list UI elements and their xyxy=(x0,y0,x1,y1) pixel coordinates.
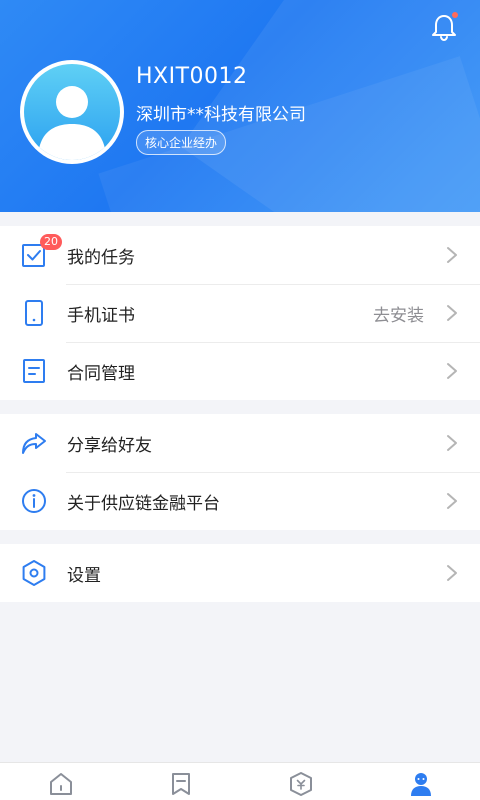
role-badge: 核心企业经办 xyxy=(136,130,227,155)
menu-item-label: 关于供应链金融平台 xyxy=(67,493,220,514)
menu-group-share-about: 分享给好友 关于供应链金融平台 xyxy=(0,414,480,530)
menu-item-label: 合同管理 xyxy=(67,363,135,384)
chevron-right-icon xyxy=(447,493,457,509)
install-link[interactable]: 去安装 xyxy=(373,301,424,326)
chevron-right-icon xyxy=(447,435,457,451)
user-avatar-icon xyxy=(38,86,106,160)
menu-group-primary: 20 我的任务 手机证书 去安装 合同管理 xyxy=(0,226,480,400)
profile-header: HXIT0012 深圳市**科技有限公司 核心企业经办 xyxy=(0,0,480,212)
tab-mine[interactable] xyxy=(408,771,434,797)
chevron-right-icon xyxy=(447,565,457,581)
bottom-tab-bar xyxy=(0,762,480,800)
task-count-badge: 20 xyxy=(40,234,62,250)
finance-shield-icon xyxy=(290,772,312,796)
tab-orders[interactable] xyxy=(168,771,194,797)
settings-icon xyxy=(22,560,46,586)
chevron-right-icon xyxy=(447,247,457,263)
tab-finance[interactable] xyxy=(288,771,314,797)
phone-icon xyxy=(25,300,43,326)
tab-home[interactable] xyxy=(48,771,74,797)
bookmark-icon xyxy=(172,773,190,795)
chevron-right-icon xyxy=(447,363,457,379)
menu-item-phone-certificate[interactable]: 手机证书 去安装 xyxy=(0,284,480,342)
info-icon xyxy=(22,489,46,513)
home-icon xyxy=(50,773,72,795)
menu-item-about[interactable]: 关于供应链金融平台 xyxy=(0,472,480,530)
company-name: 深圳市**科技有限公司 xyxy=(136,105,306,125)
menu-group-settings: 设置 xyxy=(0,544,480,602)
person-icon xyxy=(411,773,431,796)
menu-item-share[interactable]: 分享给好友 xyxy=(0,414,480,472)
menu-item-label: 分享给好友 xyxy=(67,435,152,456)
share-icon xyxy=(22,433,46,454)
menu-item-my-tasks[interactable]: 20 我的任务 xyxy=(0,226,480,284)
menu-item-label: 我的任务 xyxy=(67,247,135,268)
menu-item-label: 设置 xyxy=(67,565,101,586)
chevron-right-icon xyxy=(447,305,457,321)
document-icon xyxy=(23,359,45,383)
notification-dot xyxy=(452,12,458,18)
menu-item-contract-management[interactable]: 合同管理 xyxy=(0,342,480,400)
menu-item-label: 手机证书 xyxy=(67,305,135,326)
user-id: HXIT0012 xyxy=(136,64,248,89)
avatar[interactable] xyxy=(20,60,124,164)
menu-item-settings[interactable]: 设置 xyxy=(0,544,480,602)
notification-button[interactable] xyxy=(430,12,458,42)
